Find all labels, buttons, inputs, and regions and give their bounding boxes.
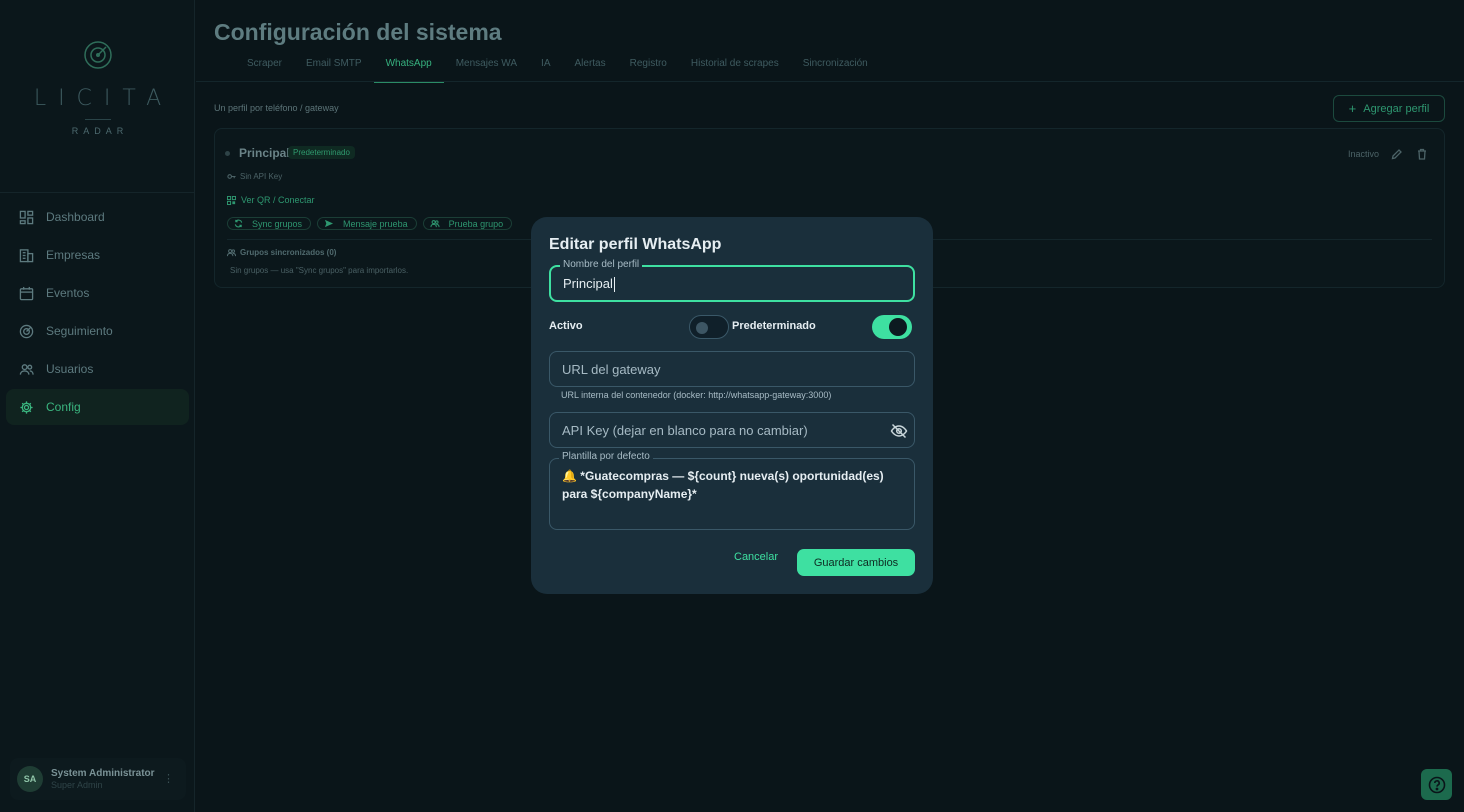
- sidebar-item-eventos[interactable]: Eventos: [6, 275, 189, 311]
- save-button[interactable]: Guardar cambios: [797, 549, 915, 576]
- tab-historial[interactable]: Historial de scrapes: [679, 50, 791, 83]
- page-title: Configuración del sistema: [214, 19, 502, 45]
- template-field[interactable]: Plantilla por defecto 🔔 *Guatecompras — …: [549, 451, 915, 530]
- tab-sincronizacion[interactable]: Sincronización: [791, 50, 880, 83]
- tab-registro[interactable]: Registro: [618, 50, 679, 83]
- tab-mensajes-wa[interactable]: Mensajes WA: [444, 50, 529, 83]
- brand-subtitle: RADAR: [71, 126, 129, 136]
- profile-name-value: Principal: [563, 276, 613, 291]
- api-key-placeholder: API Key (dejar en blanco para no cambiar…: [562, 423, 808, 438]
- add-profile-button[interactable]: + Agregar perfil: [1333, 95, 1445, 122]
- test-message-button[interactable]: Mensaje prueba: [317, 217, 417, 230]
- status-label: Inactivo: [1348, 149, 1380, 159]
- api-key-text: Sin API Key: [240, 172, 283, 181]
- default-label: Predeterminado: [732, 320, 816, 332]
- sync-groups-label: Sync grupos: [252, 218, 303, 229]
- gateway-url-placeholder: URL del gateway: [562, 362, 661, 377]
- groups-empty-message: Sin grupos — usa "Sync grupos" para impo…: [230, 266, 409, 275]
- edit-icon[interactable]: [1391, 147, 1403, 165]
- sidebar-nav: Dashboard Empresas Eventos Seguimiento U…: [6, 199, 189, 427]
- more-vertical-icon[interactable]: ⋮: [163, 772, 174, 785]
- eye-off-icon[interactable]: [890, 422, 908, 445]
- logo-divider: [84, 119, 111, 120]
- tabs-divider: [196, 81, 1464, 82]
- sidebar-item-seguimiento[interactable]: Seguimiento: [6, 313, 189, 349]
- active-toggle[interactable]: [689, 315, 729, 339]
- toggle-knob: [696, 322, 708, 334]
- logo: LICITA RADAR: [0, 40, 195, 136]
- calendar-icon: [19, 286, 34, 300]
- tab-alertas[interactable]: Alertas: [563, 50, 618, 83]
- profile-name: Principal: [239, 146, 290, 160]
- synced-groups-label: Grupos sincronizados (0): [240, 248, 337, 257]
- sync-icon: [234, 219, 243, 228]
- building-icon: [19, 248, 34, 262]
- status-dot: [225, 151, 230, 156]
- user-name: System Administrator: [51, 767, 155, 779]
- gateway-helper-text: URL interna del contenedor (docker: http…: [561, 390, 832, 400]
- profile-name-label: Nombre del perfil: [560, 259, 643, 270]
- test-group-label: Prueba grupo: [448, 218, 504, 229]
- view-qr-link[interactable]: Ver QR / Conectar: [227, 195, 315, 205]
- tab-whatsapp[interactable]: WhatsApp: [373, 50, 444, 83]
- user-role: Super Admin: [51, 779, 103, 790]
- gear-icon: [20, 400, 33, 414]
- profile-name-field[interactable]: Nombre del perfil Principal: [549, 259, 915, 302]
- tab-email-smtp[interactable]: Email SMTP: [294, 50, 374, 83]
- test-message-label: Mensaje prueba: [343, 218, 408, 229]
- key-icon: [227, 174, 236, 179]
- api-key-field[interactable]: API Key (dejar en blanco para no cambiar…: [549, 412, 915, 448]
- radar-logo-icon: [83, 41, 112, 69]
- sidebar-item-label: Empresas: [46, 248, 101, 262]
- sidebar-item-label: Usuarios: [46, 362, 94, 376]
- user-menu[interactable]: SA System Administrator Super Admin ⋮: [10, 758, 186, 800]
- sync-groups-button[interactable]: Sync grupos: [227, 217, 312, 230]
- users-icon: [19, 363, 34, 375]
- active-label: Activo: [549, 320, 583, 332]
- synced-groups-title: Grupos sincronizados (0): [227, 248, 336, 257]
- toggle-row: Activo Predeterminado: [549, 314, 915, 340]
- help-icon: [1428, 776, 1445, 793]
- sidebar-item-dashboard[interactable]: Dashboard: [6, 199, 189, 235]
- gateway-url-field[interactable]: URL del gateway: [549, 351, 915, 387]
- view-qr-label: Ver QR / Conectar: [241, 195, 315, 205]
- sidebar-divider: [0, 192, 195, 193]
- dialog-title: Editar perfil WhatsApp: [549, 236, 722, 253]
- text-caret: [613, 277, 615, 293]
- edit-profile-dialog: Editar perfil WhatsApp Nombre del perfil…: [531, 217, 933, 594]
- sidebar-item-usuarios[interactable]: Usuarios: [6, 351, 189, 387]
- tab-ia[interactable]: IA: [529, 50, 562, 83]
- sidebar: LICITA RADAR Dashboard Empresas Eventos …: [0, 0, 195, 812]
- template-label: Plantilla por defecto: [559, 451, 653, 462]
- template-value: 🔔 *Guatecompras — ${count} nueva(s) opor…: [562, 469, 884, 501]
- help-button[interactable]: [1421, 769, 1452, 800]
- group-icon: [430, 220, 440, 228]
- send-icon: [324, 219, 334, 228]
- group-icon: [227, 249, 236, 257]
- plus-icon: +: [1348, 101, 1357, 116]
- sidebar-item-label: Seguimiento: [46, 324, 113, 338]
- avatar: SA: [17, 766, 43, 792]
- sidebar-item-label: Dashboard: [46, 210, 105, 224]
- tab-bar: Scraper Email SMTP WhatsApp Mensajes WA …: [235, 50, 880, 83]
- default-toggle[interactable]: [872, 315, 912, 339]
- brand-name: LICITA: [33, 86, 174, 111]
- add-profile-label: Agregar perfil: [1363, 102, 1430, 115]
- dashboard-icon: [19, 210, 34, 224]
- sidebar-item-config[interactable]: Config: [6, 389, 189, 425]
- profile-actions: Sync grupos Mensaje prueba Prueba grupo: [227, 217, 518, 230]
- tab-scraper[interactable]: Scraper: [235, 50, 294, 83]
- toggle-knob: [889, 318, 907, 336]
- sidebar-item-label: Eventos: [46, 286, 90, 300]
- cancel-button[interactable]: Cancelar: [734, 551, 778, 563]
- qr-icon: [227, 195, 236, 205]
- api-key-status: Sin API Key: [227, 172, 282, 181]
- default-badge: Predeterminado: [288, 146, 355, 159]
- delete-icon[interactable]: [1416, 147, 1428, 165]
- sidebar-item-empresas[interactable]: Empresas: [6, 237, 189, 273]
- radar-icon: [19, 324, 34, 338]
- sidebar-item-label: Config: [46, 400, 81, 414]
- test-group-button[interactable]: Prueba grupo: [422, 217, 513, 230]
- section-subtitle: Un perfil por teléfono / gateway: [214, 103, 339, 113]
